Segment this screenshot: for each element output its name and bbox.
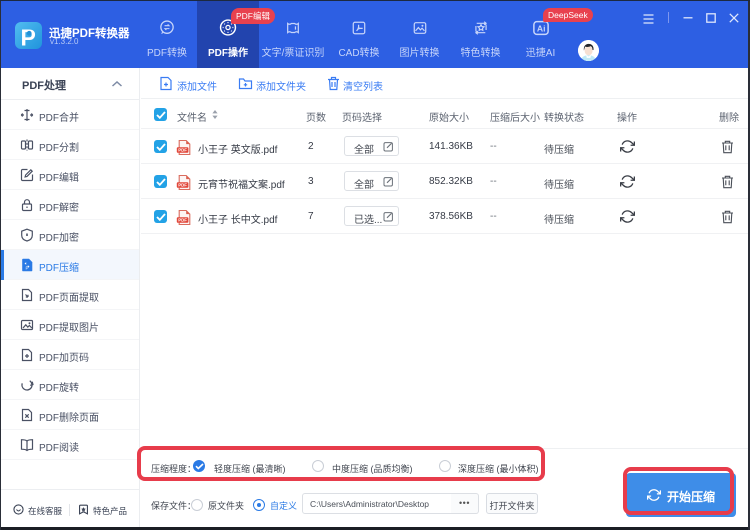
svg-text:P: P	[21, 25, 36, 50]
svg-text:P: P	[25, 266, 28, 271]
svg-text:PDF: PDF	[178, 183, 187, 188]
svg-text:Ai: Ai	[536, 23, 545, 33]
svg-text:PDF: PDF	[178, 148, 187, 153]
svg-text:PDF: PDF	[178, 218, 187, 223]
